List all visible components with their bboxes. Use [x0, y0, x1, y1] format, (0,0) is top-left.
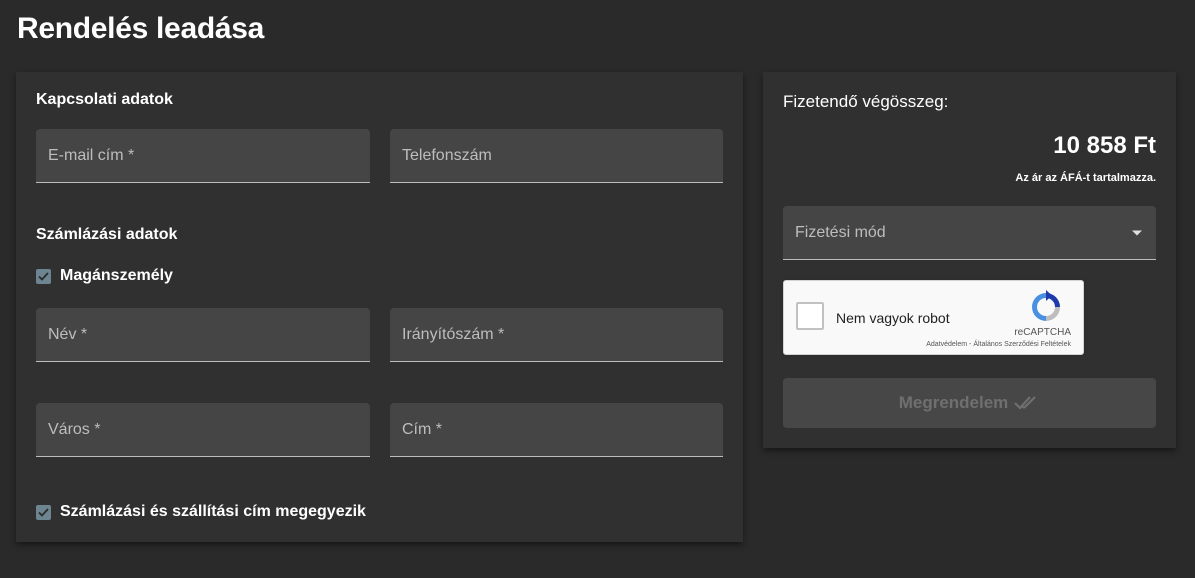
- city-field[interactable]: Város *: [36, 403, 370, 457]
- same-address-checkbox[interactable]: [36, 504, 51, 520]
- recaptcha-widget: Nem vagyok robot reCAPTCHA Adatvédelem -…: [783, 280, 1084, 355]
- contact-section-title: Kapcsolati adatok: [36, 91, 173, 108]
- recaptcha-brand: reCAPTCHA: [1014, 327, 1071, 338]
- city-field-label: Város *: [48, 420, 101, 438]
- email-field[interactable]: E-mail cím *: [36, 129, 370, 183]
- recaptcha-logo-icon: [1032, 290, 1060, 321]
- order-summary-card: Fizetendő végösszeg: 10 858 Ft Az ár az …: [763, 72, 1176, 448]
- private-person-label: Magánszemély: [60, 267, 173, 284]
- private-person-checkbox-row[interactable]: Magánszemély: [36, 267, 173, 285]
- email-field-label: E-mail cím *: [48, 146, 135, 164]
- address-field[interactable]: Cím *: [390, 403, 723, 457]
- total-label: Fizetendő végösszeg:: [783, 92, 949, 111]
- submit-order-label: Megrendelem: [898, 393, 1009, 412]
- check-icon: [38, 271, 49, 281]
- name-field-label: Név *: [48, 325, 88, 343]
- recaptcha-label: Nem vagyok robot: [836, 310, 950, 326]
- address-field-label: Cím *: [402, 420, 442, 438]
- recaptcha-checkbox[interactable]: [796, 302, 824, 330]
- zip-field[interactable]: Irányítószám *: [390, 308, 723, 362]
- payment-method-select[interactable]: Fizetési mód: [783, 206, 1156, 260]
- phone-field[interactable]: Telefonszám: [390, 129, 723, 183]
- submit-order-button[interactable]: Megrendelem: [783, 378, 1156, 428]
- billing-section-title: Számlázási adatok: [36, 226, 178, 243]
- dropdown-arrow-icon: [1132, 230, 1142, 235]
- phone-field-label: Telefonszám: [402, 146, 492, 164]
- check-icon: [38, 507, 49, 517]
- order-form-card: Kapcsolati adatok E-mail cím * Telefonsz…: [16, 72, 743, 542]
- payment-method-label: Fizetési mód: [795, 223, 886, 241]
- same-address-label: Számlázási és szállítási cím megegyezik: [60, 503, 366, 520]
- private-person-checkbox[interactable]: [36, 268, 51, 284]
- same-address-checkbox-row[interactable]: Számlázási és szállítási cím megegyezik: [36, 503, 366, 521]
- vat-note: Az ár az ÁFÁ-t tartalmazza.: [1015, 172, 1156, 184]
- recaptcha-links[interactable]: Adatvédelem - Általános Szerződési Felté…: [926, 341, 1071, 348]
- double-check-icon: [1014, 396, 1037, 410]
- page-title: Rendelés leadása: [17, 12, 265, 45]
- zip-field-label: Irányítószám *: [402, 325, 505, 343]
- total-amount: 10 858 Ft: [1053, 132, 1156, 159]
- name-field[interactable]: Név *: [36, 308, 370, 362]
